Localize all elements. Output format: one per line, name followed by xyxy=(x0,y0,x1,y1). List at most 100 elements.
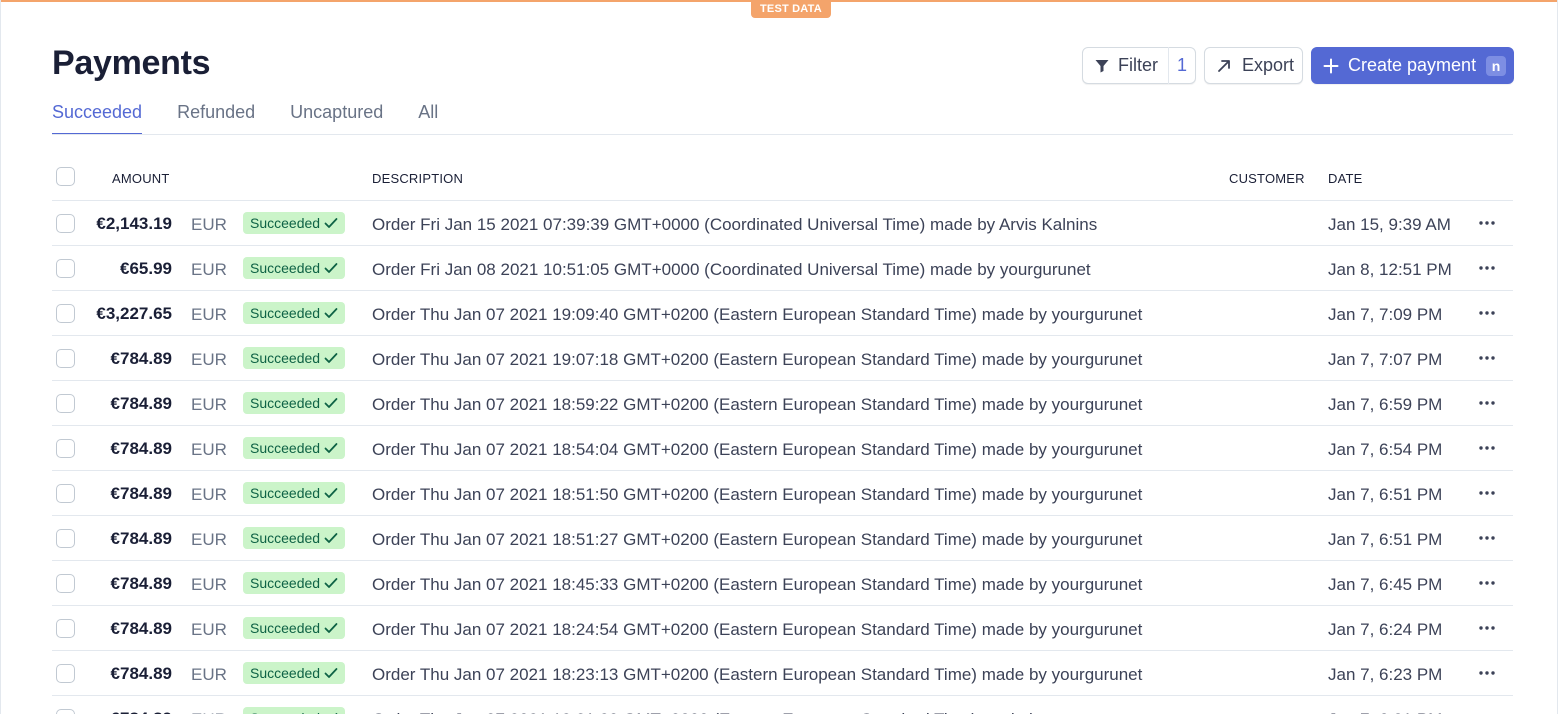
amount: €784.89 xyxy=(111,709,172,714)
currency: EUR xyxy=(191,395,227,414)
date: Jan 7, 6:45 PM xyxy=(1328,575,1443,594)
description: Order Thu Jan 07 2021 18:51:27 GMT+0200 … xyxy=(372,530,1143,549)
date: Jan 7, 6:21 PM xyxy=(1328,710,1442,714)
amount: €65.99 xyxy=(120,259,172,278)
ellipsis-icon[interactable] xyxy=(1477,530,1497,546)
ellipsis-icon[interactable] xyxy=(1477,485,1497,501)
checkmark-icon xyxy=(324,623,338,633)
status-label: Succeeded xyxy=(250,440,321,456)
row-checkbox[interactable] xyxy=(56,484,75,503)
status-badge: Succeeded xyxy=(243,302,346,324)
table-row[interactable]: €784.89 EUR Succeeded Order Thu Jan 07 2021… xyxy=(52,471,1513,516)
select-all-checkbox[interactable] xyxy=(56,167,75,186)
status-badge: Succeeded xyxy=(243,212,346,234)
row-checkbox[interactable] xyxy=(56,304,75,323)
row-checkbox[interactable] xyxy=(56,259,75,278)
table-row[interactable]: €784.89 EUR Succeeded Order Thu Jan 07 2021… xyxy=(52,696,1513,714)
status-label: Succeeded xyxy=(250,215,321,231)
column-date: DATE xyxy=(1328,171,1363,186)
column-amount: AMOUNT xyxy=(112,171,170,186)
row-checkbox[interactable] xyxy=(56,664,75,683)
test-data-badge: TEST DATA xyxy=(751,0,831,18)
currency: EUR xyxy=(191,710,227,714)
create-payment-label: Create payment xyxy=(1348,55,1477,75)
tab-refunded[interactable]: Refunded xyxy=(177,102,255,135)
ellipsis-icon[interactable] xyxy=(1477,575,1497,591)
currency: EUR xyxy=(191,620,227,639)
date: Jan 7, 7:07 PM xyxy=(1328,350,1443,369)
status-badge: Succeeded xyxy=(243,257,346,279)
date: Jan 7, 6:51 PM xyxy=(1328,530,1443,549)
filter-label: Filter xyxy=(1118,55,1158,75)
row-checkbox[interactable] xyxy=(56,439,75,458)
ellipsis-icon[interactable] xyxy=(1477,710,1497,714)
table-row[interactable]: €784.89 EUR Succeeded Order Thu Jan 07 2021… xyxy=(52,606,1513,651)
description: Order Thu Jan 07 2021 19:09:40 GMT+0200 … xyxy=(372,305,1143,324)
amount: €784.89 xyxy=(110,394,172,413)
date: Jan 7, 7:09 PM xyxy=(1328,305,1443,324)
keyboard-shortcut-badge: n xyxy=(1486,55,1507,76)
currency: EUR xyxy=(191,575,227,594)
row-checkbox[interactable] xyxy=(56,394,75,413)
ellipsis-icon[interactable] xyxy=(1477,440,1497,456)
status-label: Succeeded xyxy=(250,395,321,411)
status-badge: Succeeded xyxy=(243,527,346,549)
amount: €784.89 xyxy=(110,619,172,638)
filter-button[interactable]: Filter 1 xyxy=(1082,47,1196,84)
currency: EUR xyxy=(191,350,227,369)
date: Jan 8, 12:51 PM xyxy=(1328,260,1452,279)
date: Jan 7, 6:51 PM xyxy=(1328,485,1443,504)
tabs-divider xyxy=(52,134,1513,135)
plus-icon xyxy=(1323,58,1339,73)
table-row[interactable]: €784.89 EUR Succeeded Order Thu Jan 07 2021… xyxy=(52,336,1513,381)
table-row[interactable]: €784.89 EUR Succeeded Order Thu Jan 07 2021… xyxy=(52,426,1513,471)
currency: EUR xyxy=(191,440,227,459)
status-label: Succeeded xyxy=(250,707,320,714)
amount: €784.89 xyxy=(110,439,172,458)
filter-divider xyxy=(1168,47,1169,84)
ellipsis-icon[interactable] xyxy=(1477,665,1497,681)
checkmark-icon xyxy=(324,308,338,318)
ellipsis-icon[interactable] xyxy=(1477,350,1497,366)
checkmark-icon xyxy=(324,533,338,543)
table-row[interactable]: €784.89 EUR Succeeded Order Thu Jan 07 2021… xyxy=(52,651,1513,696)
tab-uncaptured[interactable]: Uncaptured xyxy=(290,102,383,135)
status-label: Succeeded xyxy=(250,575,321,591)
table-header: AMOUNT DESCRIPTION CUSTOMER DATE xyxy=(52,156,1513,201)
status-tabs: Succeeded Refunded Uncaptured All xyxy=(52,102,473,135)
row-checkbox[interactable] xyxy=(56,529,75,548)
table-row[interactable]: €65.99 EUR Succeeded Order Fri Jan 08 2021 … xyxy=(52,246,1513,291)
ellipsis-icon[interactable] xyxy=(1477,620,1497,636)
checkmark-icon xyxy=(324,398,338,408)
table-row[interactable]: €3,227.65 EUR Succeeded Order Thu Jan 07 20… xyxy=(52,291,1513,336)
date: Jan 7, 6:59 PM xyxy=(1328,395,1443,414)
amount: €3,227.65 xyxy=(96,304,172,323)
currency: EUR xyxy=(191,530,227,549)
ellipsis-icon[interactable] xyxy=(1477,305,1497,321)
tab-all[interactable]: All xyxy=(418,102,438,135)
ellipsis-icon[interactable] xyxy=(1477,395,1497,411)
arrow-up-right-icon xyxy=(1218,59,1230,72)
amount: €784.89 xyxy=(110,484,172,503)
row-checkbox[interactable] xyxy=(56,349,75,368)
export-button[interactable]: Export xyxy=(1204,47,1303,84)
row-checkbox[interactable] xyxy=(56,574,75,593)
status-label: Succeeded xyxy=(250,485,321,501)
row-checkbox[interactable] xyxy=(56,619,75,638)
amount: €2,143.19 xyxy=(96,214,172,233)
checkmark-icon xyxy=(324,353,338,363)
table-row[interactable]: €784.89 EUR Succeeded Order Thu Jan 07 2021… xyxy=(52,561,1513,606)
row-checkbox[interactable] xyxy=(56,214,75,233)
tab-succeeded[interactable]: Succeeded xyxy=(52,102,143,135)
table-row[interactable]: €784.89 EUR Succeeded Order Thu Jan 07 2021… xyxy=(52,381,1513,426)
amount: €784.89 xyxy=(110,529,172,548)
table-row[interactable]: €2,143.19 EUR Succeeded Order Fri Jan 15 20… xyxy=(52,201,1513,246)
row-checkbox[interactable] xyxy=(56,709,75,714)
checkmark-icon xyxy=(324,668,338,678)
status-label: Succeeded xyxy=(250,260,321,276)
create-payment-button[interactable]: Create payment n xyxy=(1311,47,1514,84)
ellipsis-icon[interactable] xyxy=(1477,215,1497,231)
table-row[interactable]: €784.89 EUR Succeeded Order Thu Jan 07 2021… xyxy=(52,516,1513,561)
ellipsis-icon[interactable] xyxy=(1477,260,1497,276)
currency: EUR xyxy=(191,665,227,684)
